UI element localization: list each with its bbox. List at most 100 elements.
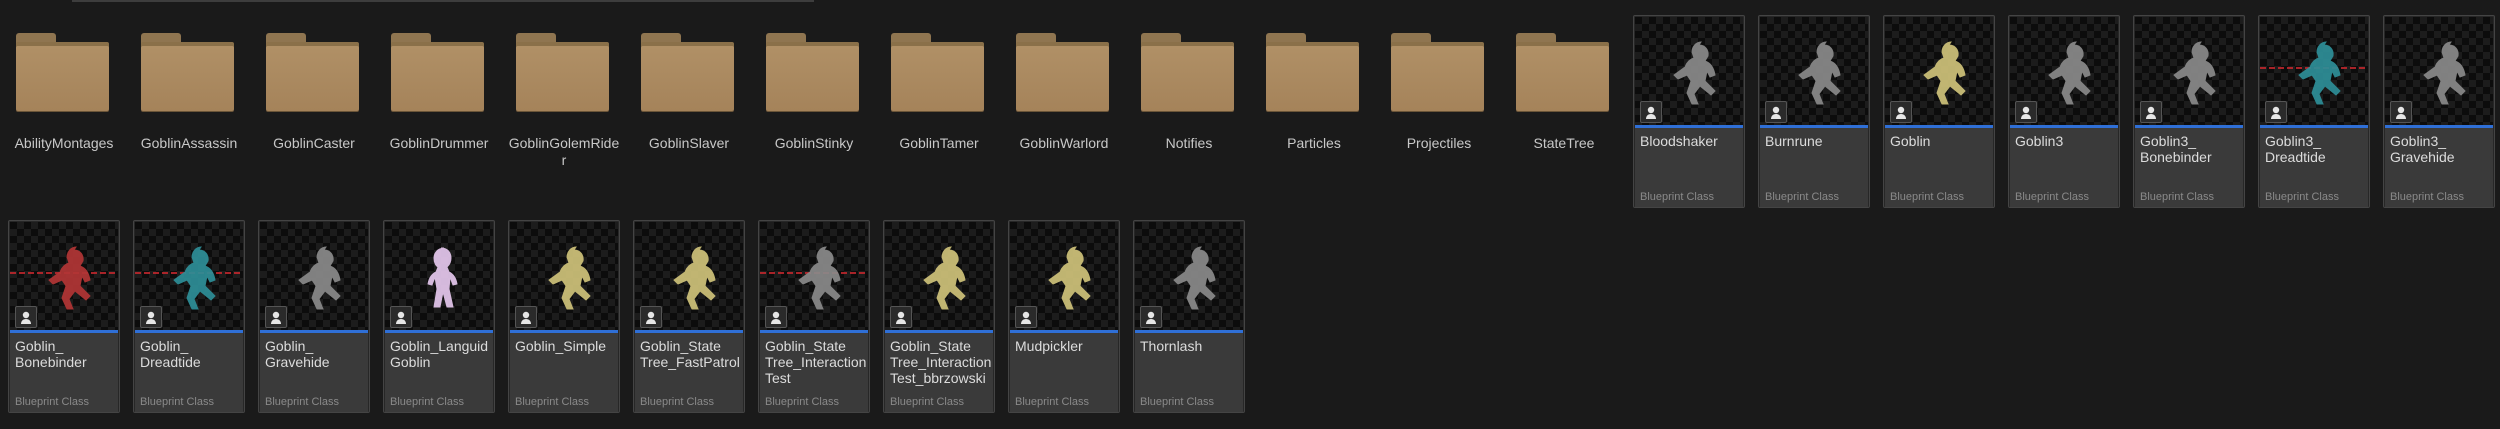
folder-front bbox=[1266, 46, 1359, 111]
asset-thumbnail bbox=[635, 222, 743, 330]
asset-type: Blueprint Class bbox=[265, 396, 339, 408]
asset-card[interactable]: Goblin_ Dreadtide Blueprint Class bbox=[133, 220, 245, 413]
folder-item[interactable]: Projectiles bbox=[1383, 15, 1495, 208]
folder-item[interactable]: GoblinDrummer bbox=[383, 15, 495, 208]
asset-thumbnail bbox=[510, 222, 618, 330]
folder-front bbox=[516, 46, 609, 111]
blueprint-class-icon bbox=[1890, 101, 1912, 123]
asset-card[interactable]: Goblin_ Gravehide Blueprint Class bbox=[258, 220, 370, 413]
asset-name: Goblin3_ Bonebinder bbox=[2140, 133, 2212, 165]
asset-name: Goblin_ Dreadtide bbox=[140, 338, 201, 370]
goblin-preview-icon bbox=[427, 247, 458, 308]
asset-name: Goblin3 bbox=[2015, 133, 2064, 149]
asset-card[interactable]: Mudpickler Blueprint Class bbox=[1008, 220, 1120, 413]
folder-label: Projectiles bbox=[1406, 135, 1472, 151]
asset-name: Goblin_State Tree_FastPatrol bbox=[640, 338, 740, 370]
goblin-preview-icon bbox=[2048, 41, 2091, 105]
goblin-preview bbox=[905, 240, 983, 320]
asset-name: Goblin_Languid Goblin bbox=[390, 338, 489, 370]
goblin-preview bbox=[655, 240, 733, 320]
asset-thumbnail bbox=[1760, 17, 1868, 125]
folder-label: GoblinTamer bbox=[899, 135, 979, 151]
asset-type: Blueprint Class bbox=[15, 396, 89, 408]
asset-type: Blueprint Class bbox=[2015, 191, 2089, 203]
goblin-preview bbox=[2280, 35, 2358, 115]
folder-front bbox=[391, 46, 484, 111]
folder-item[interactable]: GoblinTamer bbox=[883, 15, 995, 208]
asset-thumbnail bbox=[385, 222, 493, 330]
blueprint-class-icon bbox=[265, 306, 287, 328]
asset-card[interactable]: Goblin_State Tree_Interaction Test Bluepr… bbox=[758, 220, 870, 413]
folder-front bbox=[1391, 46, 1484, 111]
folder-front bbox=[1141, 46, 1234, 111]
folder-item[interactable]: GoblinCaster bbox=[258, 15, 370, 208]
folder-item[interactable]: GoblinGolemRider bbox=[508, 15, 620, 208]
goblin-preview-icon bbox=[923, 246, 966, 310]
asset-thumbnail bbox=[1135, 222, 1243, 330]
asset-card[interactable]: Goblin3_ Dreadtide Blueprint Class bbox=[2258, 15, 2370, 208]
folder-icon bbox=[1016, 33, 1109, 111]
blueprint-class-icon bbox=[2390, 101, 2412, 123]
asset-card[interactable]: Goblin_State Tree_Interaction Test_bbrzo… bbox=[883, 220, 995, 413]
folder-item[interactable]: StateTree bbox=[1508, 15, 1620, 208]
folder-icon bbox=[641, 33, 734, 111]
goblin-preview bbox=[1030, 240, 1108, 320]
asset-name: Goblin_ Bonebinder bbox=[15, 338, 87, 370]
folder-front bbox=[891, 46, 984, 111]
asset-card[interactable]: Goblin_Simple Blueprint Class bbox=[508, 220, 620, 413]
goblin-preview-icon bbox=[1923, 41, 1966, 105]
folder-icon bbox=[141, 33, 234, 111]
blueprint-class-icon bbox=[640, 306, 662, 328]
blueprint-class-icon bbox=[2140, 101, 2162, 123]
asset-card[interactable]: Goblin3 Blueprint Class bbox=[2008, 15, 2120, 208]
folder-front bbox=[766, 46, 859, 111]
asset-type: Blueprint Class bbox=[1890, 191, 1964, 203]
content-browser-row-2: Goblin_ Bonebinder Blueprint Class Goblin_… bbox=[8, 220, 1245, 413]
goblin-preview bbox=[2030, 35, 2108, 115]
folder-item[interactable]: Notifies bbox=[1133, 15, 1245, 208]
blueprint-class-icon bbox=[2265, 101, 2287, 123]
goblin-preview bbox=[30, 240, 108, 320]
asset-card[interactable]: Goblin_State Tree_FastPatrol Blueprint Cl… bbox=[633, 220, 745, 413]
goblin-preview bbox=[1655, 35, 1733, 115]
asset-type: Blueprint Class bbox=[390, 396, 464, 408]
folder-item[interactable]: GoblinAssassin bbox=[133, 15, 245, 208]
folder-item[interactable]: GoblinWarlord bbox=[1008, 15, 1120, 208]
folder-item[interactable]: GoblinStinky bbox=[758, 15, 870, 208]
folder-front bbox=[641, 46, 734, 111]
asset-thumbnail bbox=[1635, 17, 1743, 125]
folder-item[interactable]: Particles bbox=[1258, 15, 1370, 208]
content-browser-row-1: AbilityMontages GoblinAssassin GoblinCaste… bbox=[8, 15, 2495, 208]
folder-icon bbox=[1391, 33, 1484, 111]
asset-type: Blueprint Class bbox=[1015, 396, 1089, 408]
asset-card[interactable]: Goblin3_ Bonebinder Blueprint Class bbox=[2133, 15, 2245, 208]
folder-item[interactable]: GoblinSlaver bbox=[633, 15, 745, 208]
asset-name: Bloodshaker bbox=[1640, 133, 1718, 149]
asset-name: Goblin3_ Dreadtide bbox=[2265, 133, 2326, 165]
asset-type: Blueprint Class bbox=[515, 396, 589, 408]
asset-card[interactable]: Goblin_ Bonebinder Blueprint Class bbox=[8, 220, 120, 413]
asset-type: Blueprint Class bbox=[640, 396, 714, 408]
folder-icon bbox=[1141, 33, 1234, 111]
asset-thumbnail bbox=[2135, 17, 2243, 125]
asset-card[interactable]: Goblin Blueprint Class bbox=[1883, 15, 1995, 208]
asset-card[interactable]: Bloodshaker Blueprint Class bbox=[1633, 15, 1745, 208]
asset-name: Goblin_State Tree_Interaction Test bbox=[765, 338, 867, 386]
asset-card[interactable]: Burnrune Blueprint Class bbox=[1758, 15, 1870, 208]
asset-card[interactable]: Thornlash Blueprint Class bbox=[1133, 220, 1245, 413]
folder-label: StateTree bbox=[1533, 135, 1595, 151]
folder-front bbox=[1016, 46, 1109, 111]
asset-card[interactable]: Goblin_Languid Goblin Blueprint Class bbox=[383, 220, 495, 413]
folder-icon bbox=[891, 33, 984, 111]
asset-card[interactable]: Goblin3_ Gravehide Blueprint Class bbox=[2383, 15, 2495, 208]
asset-thumbnail bbox=[260, 222, 368, 330]
asset-name: Goblin_Simple bbox=[515, 338, 607, 354]
folder-item[interactable]: AbilityMontages bbox=[8, 15, 120, 208]
asset-type: Blueprint Class bbox=[890, 396, 964, 408]
folder-icon bbox=[1516, 33, 1609, 111]
asset-thumbnail bbox=[1010, 222, 1118, 330]
asset-name: Thornlash bbox=[1140, 338, 1203, 354]
asset-type: Blueprint Class bbox=[1640, 191, 1714, 203]
goblin-preview-icon bbox=[2298, 41, 2341, 105]
toolbar-divider bbox=[72, 0, 814, 2]
